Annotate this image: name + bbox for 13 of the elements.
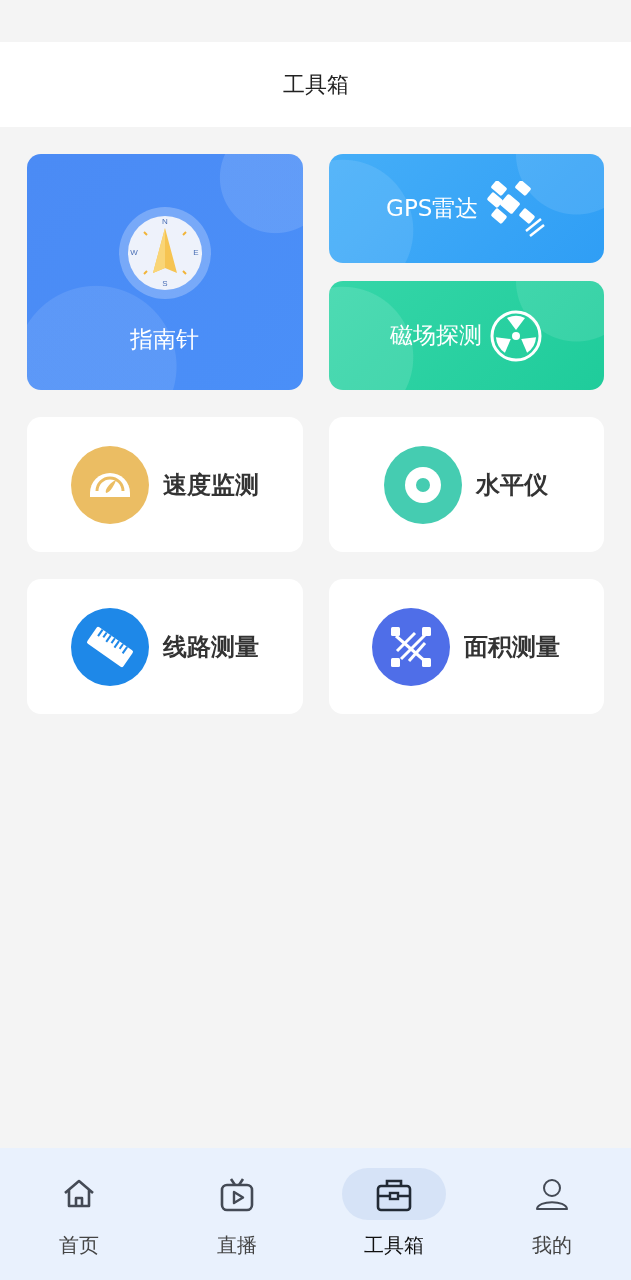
tool-card[interactable]: 面积测量 [328,579,604,714]
tool-card[interactable]: 速度监测 [27,417,303,552]
radiation-icon [490,309,543,362]
satellite-icon [486,180,547,237]
compass-icon: N E S W [117,205,212,300]
tool-card[interactable]: 线路测量 [27,579,303,714]
nav-tab[interactable]: 我的 [473,1148,631,1280]
page-title: 工具箱 [282,71,349,99]
nav-tab[interactable]: 直播 [157,1148,316,1280]
nav-tab[interactable]: 首页 [0,1148,158,1280]
tool-card[interactable]: 水平仪 [328,417,604,552]
nav-tab[interactable]: 工具箱 [315,1148,474,1280]
compass-card[interactable]: N E S W 指南针 [27,154,303,390]
